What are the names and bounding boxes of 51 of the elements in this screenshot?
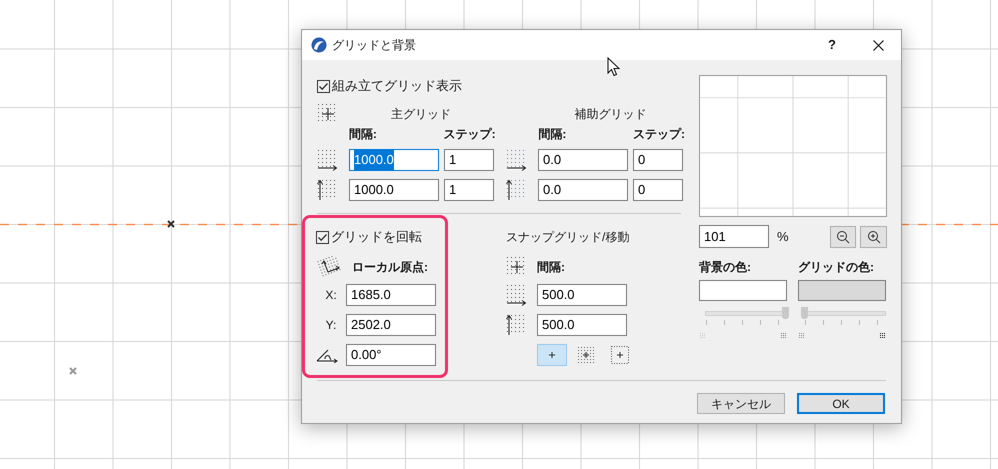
color-label: グリッドの色:: [798, 259, 875, 274]
color-label: 背景の色:: [699, 259, 752, 274]
column-label: 間隔:: [348, 126, 378, 143]
section-title: 主グリッド: [390, 106, 452, 123]
slider-thumb[interactable]: [782, 307, 789, 319]
input-field[interactable]: 2502.0: [346, 314, 436, 336]
boxed-crosshair-icon: [610, 345, 630, 365]
section-title: 補助グリッド: [574, 106, 648, 123]
checkbox[interactable]: [316, 230, 329, 244]
zoom-out-button[interactable]: [830, 226, 856, 248]
input-field[interactable]: 500.0: [537, 314, 627, 336]
checkbox[interactable]: [317, 80, 330, 92]
input-field[interactable]: 1685.0: [346, 284, 436, 306]
app-logo-icon: [311, 37, 327, 53]
input-field[interactable]: 1000.0: [349, 149, 439, 171]
field-label: ローカル原点:: [352, 259, 428, 276]
checkbox-label: グリッドを回転: [331, 228, 422, 246]
field-label: X:: [324, 287, 338, 304]
input-field[interactable]: 0.00°: [346, 344, 436, 366]
window-title: グリッドと背景: [332, 37, 416, 54]
input-field[interactable]: 101: [699, 225, 769, 248]
slider-thumb[interactable]: [801, 307, 808, 319]
input-field[interactable]: 0.0: [538, 149, 628, 171]
color-swatch[interactable]: [798, 280, 886, 301]
input-field[interactable]: 0: [633, 149, 683, 171]
input-field[interactable]: 0.0: [538, 179, 628, 201]
input-field[interactable]: 1000.0: [349, 179, 439, 201]
input-field[interactable]: 0: [633, 179, 683, 201]
dialog-button[interactable]: OK: [797, 393, 885, 414]
zoom-in-button[interactable]: [860, 226, 887, 248]
angle-icon: [316, 347, 340, 363]
field-label: 間隔:: [537, 259, 565, 276]
input-field[interactable]: 1: [444, 149, 494, 171]
color-swatch[interactable]: [699, 280, 787, 301]
origin-marker-icon: [167, 220, 175, 228]
crosshair-icon: [547, 350, 557, 360]
zoom-in-icon: [866, 230, 880, 244]
dialog-button[interactable]: キャンセル: [697, 393, 785, 414]
column-label: ステップ:: [633, 126, 684, 143]
input-field[interactable]: 500.0: [537, 284, 627, 306]
zoom-out-icon: [836, 230, 850, 244]
field-label: Y:: [324, 317, 338, 334]
input-field[interactable]: 1: [444, 179, 494, 201]
section-title: スナップグリッド/移動: [506, 229, 630, 246]
column-label: 間隔:: [538, 126, 568, 143]
checkbox-label: 組み立てグリッド表示: [332, 77, 462, 96]
point-marker-icon: [69, 367, 77, 375]
unit-label: %: [777, 228, 789, 246]
column-label: ステップ:: [444, 126, 497, 143]
close-icon: [872, 40, 884, 50]
help-button[interactable]: ?: [809, 30, 855, 60]
